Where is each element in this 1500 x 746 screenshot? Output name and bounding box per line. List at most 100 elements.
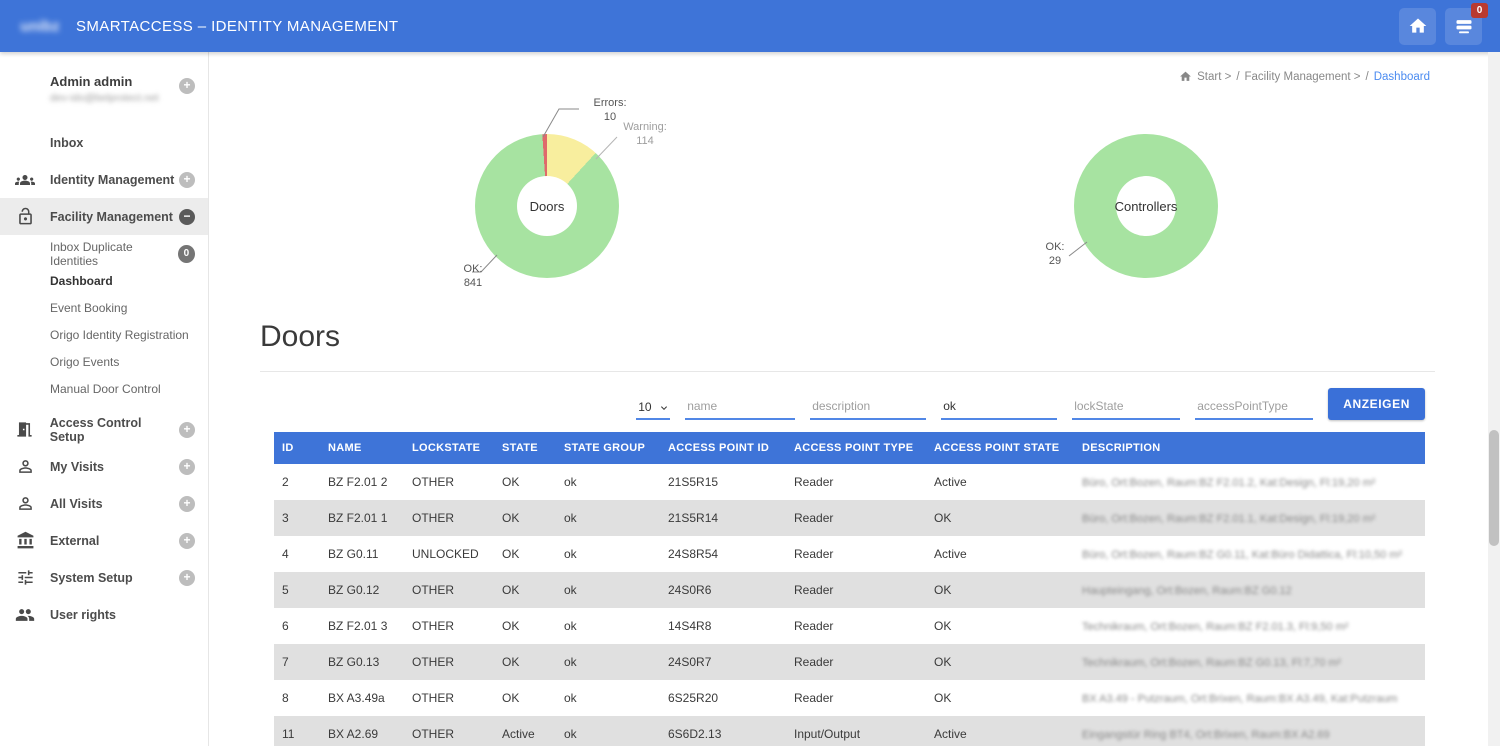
doors-ok-callout: OK: 841: [451, 263, 495, 291]
top-header: unibz SMARTACCESS – IDENTITY MANAGEMENT …: [0, 0, 1500, 52]
cell-description: Büro, Ort:Bozen, Raum:BZ G0.11, Kat:Büro…: [1074, 536, 1425, 572]
sidebar-subitem-event-booking[interactable]: Event Booking: [0, 294, 208, 321]
sidebar-subitem-origo-events[interactable]: Origo Events: [0, 348, 208, 375]
col-header-access-point-type[interactable]: ACCESS POINT TYPE: [786, 432, 926, 464]
sidebar-subitem-inbox-duplicate-identities[interactable]: Inbox Duplicate Identities 0: [0, 240, 208, 267]
cell-access-point-type: Reader: [786, 572, 926, 608]
cell-access-point-state: Active: [926, 464, 1074, 500]
sidebar-item-label: Facility Management: [50, 210, 173, 224]
sidebar-item-identity-management[interactable]: Identity Management +: [0, 161, 208, 198]
cell-state: OK: [494, 536, 556, 572]
sidebar-subitem-dashboard[interactable]: Dashboard: [0, 267, 208, 294]
sidebar-subitem-label: Origo Events: [50, 355, 119, 369]
table-row[interactable]: 2 BZ F2.01 2 OTHER OK ok 21S5R15 Reader …: [274, 464, 1425, 500]
col-header-description[interactable]: DESCRIPTION: [1074, 432, 1425, 464]
expand-plus-icon[interactable]: +: [179, 459, 195, 475]
breadcrumb-dashboard[interactable]: Dashboard: [1374, 71, 1430, 83]
sidebar-item-inbox[interactable]: Inbox: [0, 124, 208, 161]
cell-state-group: ok: [556, 536, 660, 572]
cell-description: Büro, Ort:Bozen, Raum:BZ F2.01.1, Kat:De…: [1074, 500, 1425, 536]
description-filter-input[interactable]: [810, 393, 926, 420]
person-icon: [0, 494, 50, 513]
doors-table: ID NAME LOCKSTATE STATE STATE GROUP ACCE…: [274, 432, 1425, 746]
expand-plus-icon[interactable]: +: [179, 422, 195, 438]
doors-donut-center: Doors: [517, 176, 577, 236]
user-name: Admin admin: [50, 74, 195, 89]
col-header-name[interactable]: NAME: [320, 432, 404, 464]
table-row[interactable]: 4 BZ G0.11 UNLOCKED OK ok 24S8R54 Reader…: [274, 536, 1425, 572]
expand-plus-icon[interactable]: +: [179, 172, 195, 188]
cell-name: BZ F2.01 3: [320, 608, 404, 644]
user-expander-icon[interactable]: +: [179, 78, 195, 94]
access-point-type-filter-input[interactable]: [1195, 393, 1313, 420]
cell-lockstate: OTHER: [404, 608, 494, 644]
cell-id: 6: [274, 608, 320, 644]
sidebar-item-label: Inbox: [50, 136, 83, 150]
cell-access-point-id: 14S4R8: [660, 608, 786, 644]
cell-state: OK: [494, 572, 556, 608]
sidebar-item-facility-management[interactable]: Facility Management −: [0, 198, 208, 235]
doors-warning-callout: Warning: 114: [613, 121, 677, 149]
sidebar-nav: Inbox Identity Management + Facility Man…: [0, 124, 208, 633]
home-button[interactable]: [1399, 8, 1436, 45]
cell-access-point-id: 24S8R54: [660, 536, 786, 572]
col-header-id[interactable]: ID: [274, 432, 320, 464]
state-group-filter-input[interactable]: [941, 393, 1057, 420]
notification-badge: 0: [1471, 3, 1488, 18]
breadcrumb-facility-management[interactable]: Facility Management >: [1245, 71, 1361, 83]
page-scrollbar[interactable]: [1488, 52, 1500, 746]
expand-plus-icon[interactable]: +: [179, 570, 195, 586]
cell-state: OK: [494, 608, 556, 644]
lock-state-filter-input[interactable]: [1072, 393, 1180, 420]
table-row[interactable]: 6 BZ F2.01 3 OTHER OK ok 14S4R8 Reader O…: [274, 608, 1425, 644]
table-row[interactable]: 8 BX A3.49a OTHER OK ok 6S25R20 Reader O…: [274, 680, 1425, 716]
sidebar-item-access-control-setup[interactable]: Access Control Setup +: [0, 411, 208, 448]
sidebar-item-all-visits[interactable]: All Visits +: [0, 485, 208, 522]
table-row[interactable]: 11 BX A2.69 OTHER Active ok 6S6D2.13 Inp…: [274, 716, 1425, 746]
app-title: SMARTACCESS – IDENTITY MANAGEMENT: [76, 18, 398, 35]
cell-name: BZ F2.01 1: [320, 500, 404, 536]
cell-state: OK: [494, 464, 556, 500]
table-row[interactable]: 5 BZ G0.12 OTHER OK ok 24S0R6 Reader OK …: [274, 572, 1425, 608]
sidebar-item-user-rights[interactable]: User rights: [0, 596, 208, 633]
name-filter-input[interactable]: [685, 393, 795, 420]
sidebar-item-external[interactable]: External +: [0, 522, 208, 559]
sidebar-item-my-visits[interactable]: My Visits +: [0, 448, 208, 485]
expand-plus-icon[interactable]: +: [179, 496, 195, 512]
doors-table-wrap: ID NAME LOCKSTATE STATE STATE GROUP ACCE…: [274, 432, 1425, 746]
col-header-lockstate[interactable]: LOCKSTATE: [404, 432, 494, 464]
table-row[interactable]: 7 BZ G0.13 OTHER OK ok 24S0R7 Reader OK …: [274, 644, 1425, 680]
col-header-state[interactable]: STATE: [494, 432, 556, 464]
cell-access-point-id: 6S6D2.13: [660, 716, 786, 746]
col-header-access-point-id[interactable]: ACCESS POINT ID: [660, 432, 786, 464]
expand-plus-icon[interactable]: +: [179, 533, 195, 549]
cell-access-point-state: OK: [926, 680, 1074, 716]
page-size-select[interactable]: 10: [636, 394, 670, 420]
cell-state-group: ok: [556, 644, 660, 680]
cell-lockstate: OTHER: [404, 680, 494, 716]
section-divider: [260, 371, 1435, 372]
cell-access-point-type: Reader: [786, 608, 926, 644]
controllers-donut[interactable]: Controllers: [1074, 134, 1218, 278]
queue-button[interactable]: 0: [1445, 8, 1482, 45]
page-size-value: 10: [638, 400, 651, 414]
sidebar-subitem-label: Inbox Duplicate Identities: [50, 240, 178, 268]
controllers-donut-center-label: Controllers: [1115, 199, 1178, 214]
breadcrumb-start[interactable]: Start >: [1197, 71, 1231, 83]
sidebar-subitem-origo-identity-registration[interactable]: Origo Identity Registration: [0, 321, 208, 348]
col-header-state-group[interactable]: STATE GROUP: [556, 432, 660, 464]
sidebar-item-system-setup[interactable]: System Setup +: [0, 559, 208, 596]
cell-name: BZ F2.01 2: [320, 464, 404, 500]
scrollbar-thumb[interactable]: [1489, 430, 1499, 546]
sidebar-item-label: My Visits: [50, 460, 104, 474]
cell-access-point-id: 21S5R14: [660, 500, 786, 536]
doors-donut-center-label: Doors: [530, 199, 565, 214]
user-block[interactable]: Admin admin dev-ido@belprotect.net +: [0, 52, 208, 110]
sidebar-subitem-manual-door-control[interactable]: Manual Door Control: [0, 375, 208, 402]
doors-donut[interactable]: Doors: [475, 134, 619, 278]
collapse-minus-icon[interactable]: −: [179, 209, 195, 225]
cell-lockstate: OTHER: [404, 716, 494, 746]
col-header-access-point-state[interactable]: ACCESS POINT STATE: [926, 432, 1074, 464]
anzeigen-button[interactable]: ANZEIGEN: [1328, 388, 1425, 420]
table-row[interactable]: 3 BZ F2.01 1 OTHER OK ok 21S5R14 Reader …: [274, 500, 1425, 536]
